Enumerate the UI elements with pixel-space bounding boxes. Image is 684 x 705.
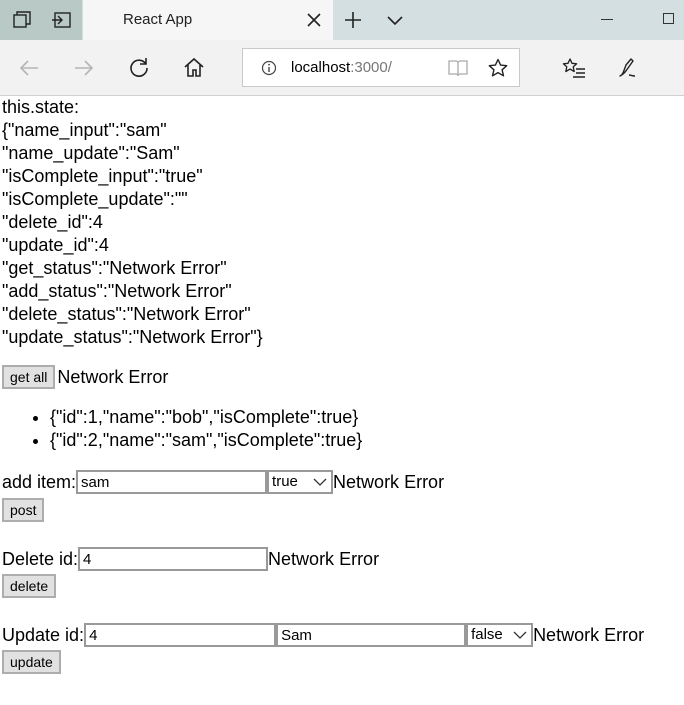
state-line: "delete_status":"Network Error" [2, 304, 251, 324]
tab-actions-area [0, 0, 82, 40]
page-content: this.state: {"name_input":"sam" "name_up… [2, 96, 682, 674]
browser-tab[interactable]: React App [83, 0, 333, 40]
delete-button[interactable]: delete [2, 574, 57, 598]
close-tab-icon[interactable] [303, 9, 325, 31]
delete-button-row: delete [2, 574, 682, 598]
new-tab-icon[interactable] [342, 9, 364, 31]
add-item-row: add item: true Network Error [2, 470, 682, 494]
reading-view-icon[interactable] [447, 57, 469, 79]
state-line: "name_update":"Sam" [2, 143, 180, 163]
list-item: {"id":2,"name":"sam","isComplete":true} [50, 429, 682, 452]
chevron-down-icon [513, 631, 527, 639]
state-dump: this.state: {"name_input":"sam" "name_up… [2, 96, 682, 349]
back-icon[interactable] [16, 55, 42, 81]
items-list: {"id":1,"name":"bob","isComplete":true} … [2, 406, 682, 452]
address-url[interactable]: localhost:3000/ [291, 59, 392, 76]
favorites-list-icon[interactable] [561, 55, 587, 81]
state-line: "isComplete_input":"true" [2, 166, 203, 186]
minimize-window-button[interactable] [601, 19, 613, 20]
update-status-text: Network Error [533, 624, 645, 645]
state-line: "delete_id":4 [2, 212, 103, 232]
state-line: "update_status":"Network Error"} [2, 327, 263, 347]
state-line: this.state: [2, 97, 80, 117]
update-id-label: Update id: [2, 624, 85, 645]
address-bar[interactable]: localhost:3000/ [242, 48, 520, 87]
get-all-row: get all Network Error [2, 365, 682, 389]
update-complete-select[interactable]: false [466, 623, 534, 647]
maximize-window-button[interactable] [663, 13, 674, 24]
add-status-text: Network Error [333, 471, 445, 492]
post-button[interactable]: post [2, 498, 45, 522]
state-line: "add_status":"Network Error" [2, 281, 232, 301]
state-line: "get_status":"Network Error" [2, 258, 227, 278]
update-row: Update id: false Network Error [2, 623, 682, 647]
home-icon[interactable] [181, 55, 207, 81]
web-note-pen-icon[interactable] [615, 55, 641, 81]
tab-bar: React App [0, 0, 684, 40]
add-item-label: add item: [2, 471, 77, 492]
state-line: {"name_input":"sam" [2, 120, 167, 140]
forward-icon[interactable] [71, 55, 97, 81]
chevron-down-icon[interactable] [384, 9, 406, 31]
add-complete-select-value: true [272, 473, 298, 490]
delete-status-text: Network Error [268, 548, 380, 569]
delete-id-label: Delete id: [2, 548, 79, 569]
update-id-input[interactable] [84, 623, 277, 647]
delete-row: Delete id: Network Error [2, 547, 682, 571]
add-name-input[interactable] [76, 470, 268, 494]
info-icon[interactable] [261, 60, 277, 76]
add-complete-select[interactable]: true [267, 470, 334, 494]
state-line: "update_id":4 [2, 235, 109, 255]
chevron-down-icon [313, 478, 327, 486]
update-name-input[interactable] [276, 623, 467, 647]
navigation-bar: localhost:3000/ [0, 40, 684, 96]
get-all-button[interactable]: get all [2, 365, 56, 389]
update-button-row: update [2, 650, 682, 674]
delete-id-input[interactable] [78, 547, 269, 571]
state-line: "isComplete_update":"" [2, 189, 188, 209]
tab-title: React App [123, 11, 193, 28]
set-aside-tabs-icon[interactable] [49, 8, 73, 32]
refresh-icon[interactable] [126, 55, 152, 81]
update-button[interactable]: update [2, 650, 61, 674]
tabs-aside-icon[interactable] [11, 8, 35, 32]
list-item: {"id":1,"name":"bob","isComplete":true} [50, 406, 682, 429]
post-row: post [2, 498, 682, 522]
get-status-text: Network Error [57, 366, 169, 387]
update-complete-select-value: false [471, 626, 503, 643]
favorite-star-icon[interactable] [487, 57, 509, 79]
